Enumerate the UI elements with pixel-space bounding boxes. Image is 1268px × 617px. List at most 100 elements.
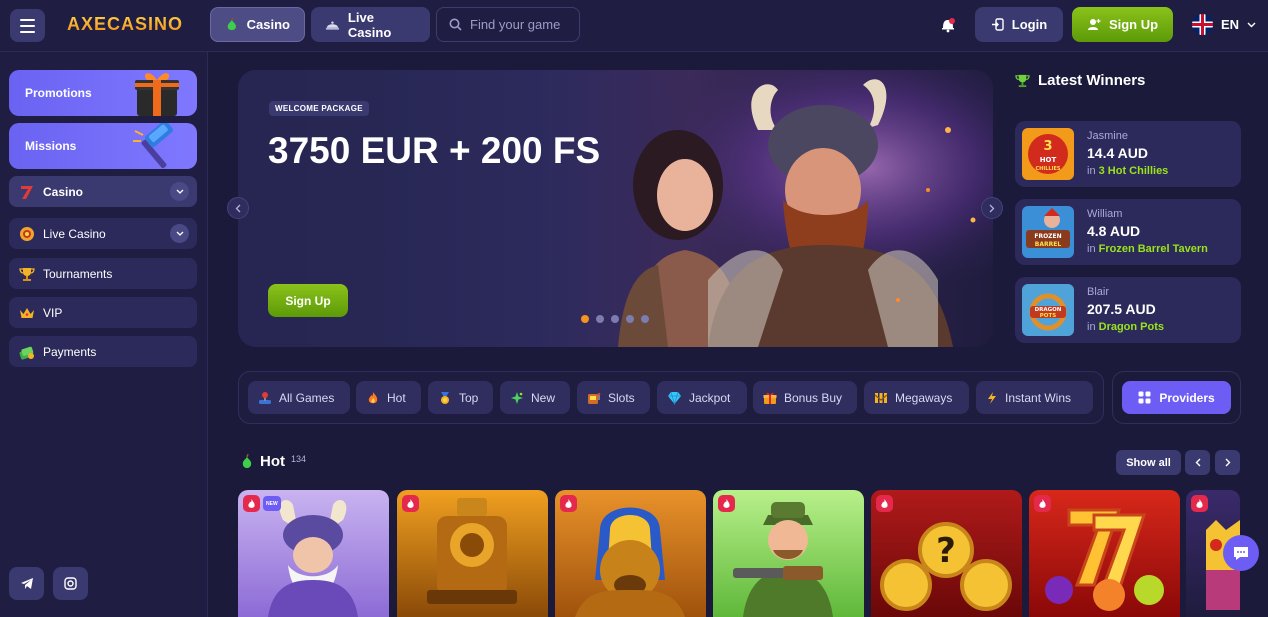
winner-name: Blair: [1087, 286, 1110, 298]
carousel-dot[interactable]: [626, 315, 634, 323]
support-chat-button[interactable]: [1223, 535, 1259, 571]
carousel-next-button[interactable]: [1215, 450, 1240, 475]
winner-card[interactable]: DRAGON POTS Blair 207.5 AUD in Dragon Pot…: [1015, 277, 1241, 343]
chevron-right-icon: [1225, 458, 1230, 467]
winner-game-line: in Frozen Barrel Tavern: [1087, 243, 1208, 255]
site-logo[interactable]: AXECASINO: [67, 14, 183, 35]
slot-machine-icon: [588, 392, 601, 404]
category-label: Top: [459, 390, 479, 405]
cloche-icon: [325, 20, 339, 30]
carousel-dot[interactable]: [641, 315, 649, 323]
carousel-prev-button[interactable]: [1185, 450, 1210, 475]
hero-banner[interactable]: WELCOME PACKAGE 3750 EUR + 200 FS Sign U…: [238, 70, 993, 347]
telegram-button[interactable]: [9, 567, 44, 600]
category-top[interactable]: Top: [428, 381, 493, 414]
nav-live-casino-label: Live Casino: [347, 9, 392, 40]
show-all-button[interactable]: Show all: [1116, 450, 1181, 475]
svg-text:?: ?: [936, 531, 956, 571]
providers-label: Providers: [1159, 390, 1215, 405]
chip-icon: [20, 226, 34, 241]
menu-button[interactable]: [10, 9, 45, 42]
signup-label: Sign Up: [1108, 17, 1159, 32]
notification-bell-icon[interactable]: [940, 16, 956, 33]
game-art: [427, 498, 517, 604]
category-label: Instant Wins: [1005, 390, 1072, 405]
winner-name: William: [1087, 208, 1123, 220]
hot-badge-icon: [243, 495, 260, 512]
diamond-icon: [668, 391, 681, 405]
category-new[interactable]: New: [500, 381, 570, 414]
sidebar-item-tournaments[interactable]: Tournaments: [9, 258, 197, 289]
sparkle-icon: [511, 391, 523, 404]
sidebar-item-payments[interactable]: Payments: [9, 336, 197, 367]
winner-card[interactable]: FROZEN BARREL William 4.8 AUD in Frozen B…: [1015, 199, 1241, 265]
svg-text:HOT: HOT: [1040, 156, 1057, 164]
signup-button[interactable]: Sign Up: [1072, 7, 1173, 42]
carousel-dot[interactable]: [596, 315, 604, 323]
banner-next-button[interactable]: [981, 197, 1003, 219]
sidebar-item-label: VIP: [43, 305, 63, 320]
providers-button[interactable]: Providers: [1122, 381, 1231, 414]
banner-prev-button[interactable]: [227, 197, 249, 219]
winner-amount: 207.5 AUD: [1087, 301, 1156, 317]
category-slots[interactable]: Slots: [577, 381, 650, 414]
game-card[interactable]: [397, 490, 548, 617]
chevron-down-icon: [1247, 22, 1256, 27]
sidebar-item-vip[interactable]: VIP: [9, 297, 197, 328]
game-card[interactable]: [555, 490, 706, 617]
sidebar-missions-card[interactable]: Missions: [9, 123, 197, 169]
nav-live-casino-button[interactable]: Live Casino: [311, 7, 430, 42]
chat-bubble-icon: [1234, 546, 1248, 560]
category-instant-wins[interactable]: Instant Wins: [976, 381, 1093, 414]
top-bar: AXECASINO Casino Live Casino Find your g…: [0, 0, 1268, 52]
instagram-icon: [64, 577, 77, 590]
winner-card[interactable]: 3 HOT CHILLIES Jasmine 14.4 AUD in 3 Hot C…: [1015, 121, 1241, 187]
winner-game-link[interactable]: Dragon Pots: [1099, 321, 1164, 333]
category-all-games[interactable]: All Games: [248, 381, 350, 414]
category-label: Jackpot: [689, 390, 731, 405]
category-label: Slots: [608, 390, 635, 405]
winner-game-line: in 3 Hot Chillies: [1087, 165, 1169, 177]
trophy-icon: [19, 267, 35, 281]
login-button[interactable]: Login: [975, 7, 1063, 42]
promotions-label: Promotions: [25, 86, 92, 100]
search-input[interactable]: Find your game: [436, 7, 580, 42]
category-bar: All Games Hot Top New Slots Jackpot Bonu…: [238, 371, 1104, 424]
sidebar-item-live-casino[interactable]: Live Casino: [9, 218, 197, 249]
trophy-icon: [1015, 74, 1030, 88]
bonus-gift-icon: [763, 392, 777, 404]
winner-game-link[interactable]: Frozen Barrel Tavern: [1099, 243, 1208, 255]
category-label: Hot: [387, 390, 406, 405]
seven-icon: [21, 185, 33, 199]
svg-text:POTS: POTS: [1040, 313, 1056, 319]
flame-icon: [368, 391, 378, 403]
game-card[interactable]: NEW: [238, 490, 389, 617]
chevron-down-icon[interactable]: [170, 182, 189, 201]
chevron-down-icon[interactable]: [170, 224, 189, 243]
sidebar-item-casino[interactable]: Casino: [9, 176, 197, 207]
category-hot[interactable]: Hot: [356, 381, 421, 414]
game-card[interactable]: [1029, 490, 1180, 617]
welcome-badge: WELCOME PACKAGE: [269, 101, 369, 116]
sidebar-promotions-card[interactable]: Promotions: [9, 70, 197, 116]
winner-game-link[interactable]: 3 Hot Chillies: [1099, 165, 1169, 177]
category-megaways[interactable]: Megaways: [864, 381, 969, 414]
language-selector[interactable]: EN: [1192, 14, 1256, 35]
pear-icon: [242, 453, 252, 468]
svg-text:BARREL: BARREL: [1035, 241, 1062, 248]
winner-amount: 14.4 AUD: [1087, 145, 1148, 161]
search-icon: [449, 18, 462, 31]
banner-signup-button[interactable]: Sign Up: [268, 284, 348, 317]
category-jackpot[interactable]: Jackpot: [657, 381, 747, 414]
game-card[interactable]: [713, 490, 864, 617]
nav-casino-button[interactable]: Casino: [210, 7, 305, 42]
game-art: [575, 507, 685, 617]
category-bonus-buy[interactable]: Bonus Buy: [753, 381, 857, 414]
category-label: All Games: [279, 390, 335, 405]
medal-icon: [441, 391, 449, 404]
instagram-button[interactable]: [53, 567, 88, 600]
login-label: Login: [1011, 17, 1048, 32]
carousel-dot[interactable]: [611, 315, 619, 323]
game-card[interactable]: ?: [871, 490, 1022, 617]
carousel-dot[interactable]: [581, 315, 589, 323]
